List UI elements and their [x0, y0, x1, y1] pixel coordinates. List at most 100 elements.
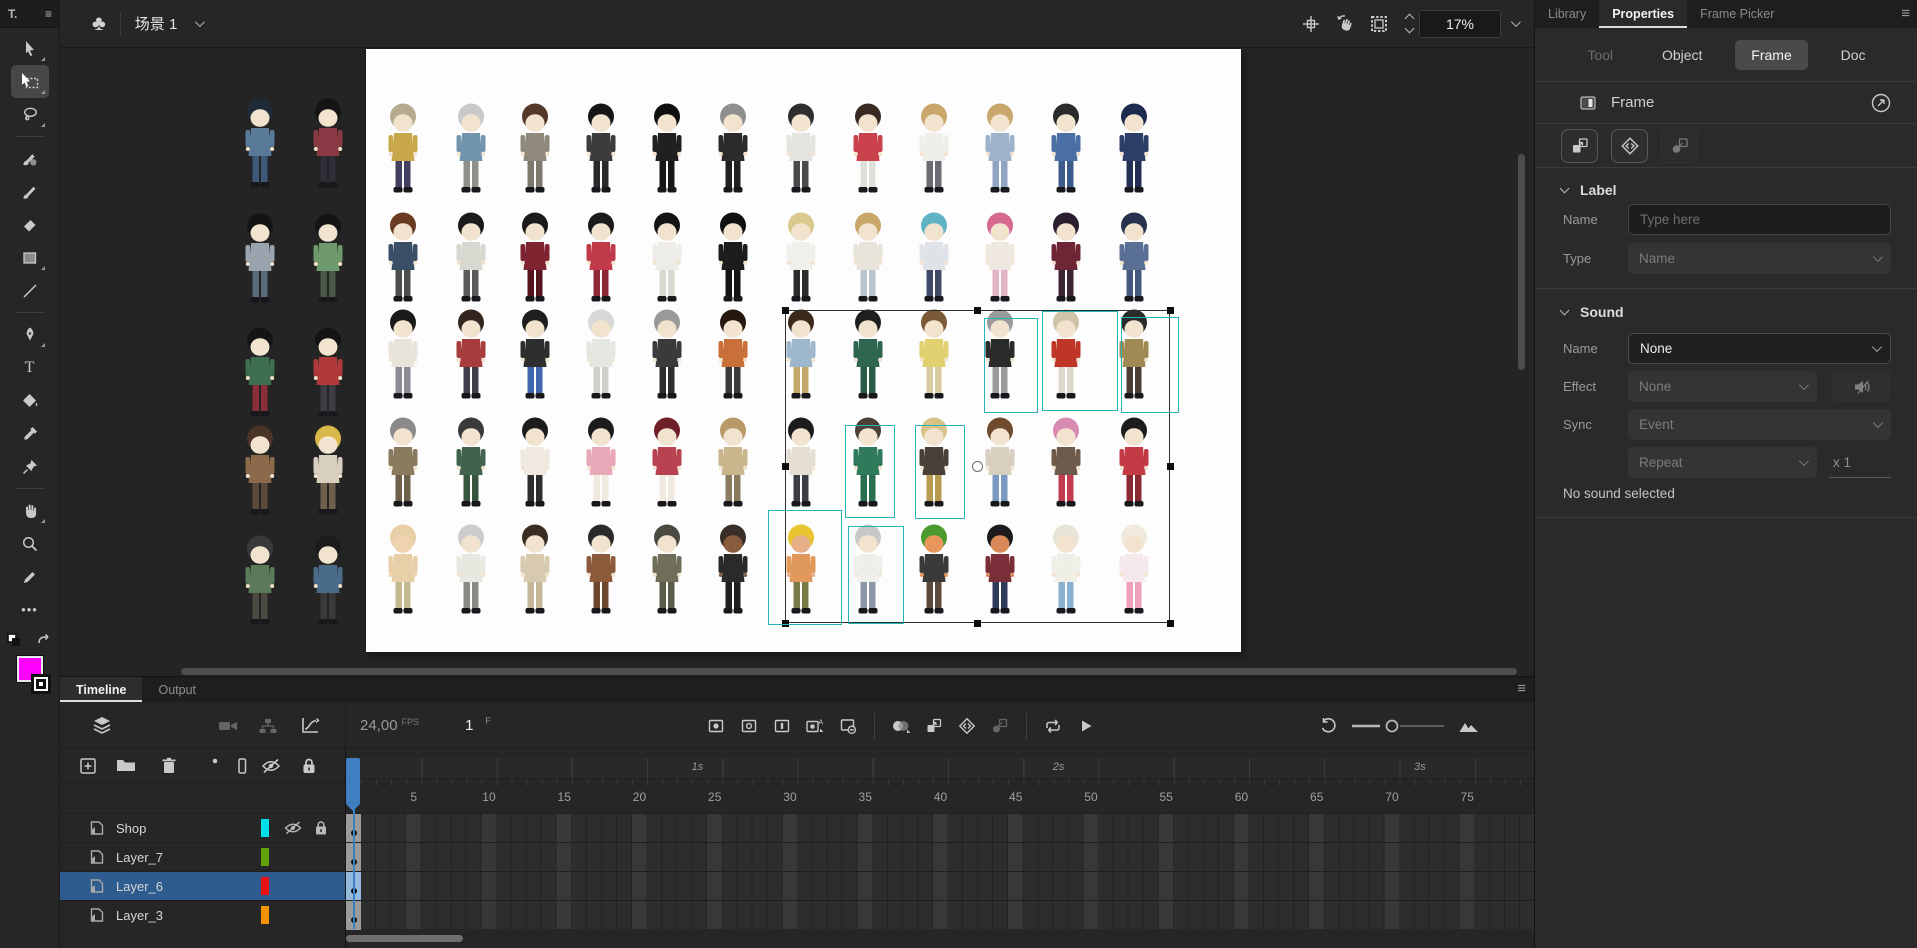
insert-keyframe-icon[interactable] — [705, 715, 727, 737]
frame-row-layer_3[interactable] — [346, 900, 1534, 929]
character-sprite[interactable] — [578, 101, 624, 197]
hide-all-icon[interactable] — [260, 756, 282, 776]
character-sprite[interactable] — [644, 307, 690, 403]
free-transform-tool[interactable] — [11, 65, 49, 98]
selected-object-highlight[interactable] — [915, 425, 965, 519]
onion-skin-icon[interactable] — [890, 715, 912, 737]
properties-menu-icon[interactable]: ≡ — [1901, 5, 1910, 22]
character-sprite[interactable] — [710, 210, 756, 306]
new-layer-icon[interactable] — [78, 756, 98, 776]
selection-tool[interactable] — [11, 32, 49, 65]
classic-brush-tool[interactable] — [11, 175, 49, 208]
swap-colors-icon[interactable] — [36, 632, 54, 648]
layer-visibility-cell[interactable] — [283, 820, 313, 836]
label-name-input[interactable] — [1640, 212, 1879, 227]
pasteboard-character-sprite[interactable] — [305, 423, 351, 519]
selected-object-highlight[interactable] — [984, 318, 1038, 413]
timeline-menu-icon[interactable]: ≡ — [1517, 680, 1526, 697]
subtab-doc[interactable]: Doc — [1825, 40, 1882, 70]
chevron-down-icon[interactable] — [1560, 184, 1570, 194]
eyedropper-tool[interactable] — [11, 417, 49, 450]
selected-object-highlight[interactable] — [768, 510, 842, 625]
subtab-object[interactable]: Object — [1646, 40, 1718, 70]
more-tool[interactable]: ••• — [11, 593, 49, 626]
frame-view-icon[interactable] — [1458, 718, 1480, 734]
tab-frame-picker[interactable]: Frame Picker — [1687, 0, 1787, 28]
pasteboard-character-sprite[interactable] — [237, 325, 283, 421]
blank-keyframe-icon[interactable] — [738, 715, 760, 737]
character-sprite[interactable] — [1111, 210, 1157, 306]
character-sprite[interactable] — [578, 415, 624, 511]
text-tool[interactable]: T — [11, 351, 49, 384]
selection-handle[interactable] — [974, 620, 981, 627]
hand-rotate-icon[interactable] — [1328, 7, 1362, 41]
sound-name-dropdown[interactable]: None — [1628, 333, 1891, 364]
layer-color-swatch[interactable] — [261, 906, 269, 924]
character-sprite[interactable] — [448, 307, 494, 403]
motion-tween-icon[interactable] — [923, 715, 945, 737]
label-name-field[interactable] — [1628, 204, 1891, 235]
loop-icon[interactable] — [1042, 715, 1064, 737]
sound-effect-dropdown[interactable]: None — [1628, 371, 1817, 402]
character-sprite[interactable] — [710, 522, 756, 618]
stroke-color-swatch[interactable] — [31, 674, 51, 694]
hierarchy-icon[interactable] — [256, 714, 280, 738]
selection-handle[interactable] — [782, 463, 789, 470]
sound-sync-dropdown[interactable]: Event — [1628, 409, 1891, 440]
pasteboard-character-sprite[interactable] — [237, 96, 283, 192]
timeline-horizontal-scrollbar[interactable] — [346, 935, 463, 942]
character-sprite[interactable] — [380, 307, 426, 403]
character-sprite[interactable] — [448, 210, 494, 306]
scene-name[interactable]: 场景 1 — [135, 13, 178, 34]
character-sprite[interactable] — [911, 101, 957, 197]
stage-horizontal-scrollbar[interactable] — [181, 668, 1517, 675]
outline-column-icon[interactable] — [235, 756, 249, 776]
layer-row-shop[interactable]: Shop — [60, 813, 345, 842]
character-sprite[interactable] — [710, 101, 756, 197]
current-frame-value[interactable]: 1 — [465, 717, 473, 734]
fluid-brush-tool[interactable] — [11, 142, 49, 175]
stage-vertical-scrollbar[interactable] — [1518, 154, 1525, 370]
selected-object-highlight[interactable] — [1042, 311, 1118, 411]
character-sprite[interactable] — [512, 415, 558, 511]
fps-display[interactable]: 24,00 FPS 1 F — [360, 702, 491, 749]
zoom-dropdown-icon[interactable] — [1511, 17, 1521, 27]
shape-tween-icon[interactable] — [956, 715, 978, 737]
character-sprite[interactable] — [845, 210, 891, 306]
zoom-tool[interactable] — [11, 527, 49, 560]
layer-row-layer_7[interactable]: Layer_7 — [60, 842, 345, 871]
center-stage-icon[interactable] — [1294, 7, 1328, 41]
character-sprite[interactable] — [1043, 210, 1089, 306]
play-icon[interactable] — [1075, 715, 1097, 737]
dot-icon[interactable] — [210, 756, 220, 766]
layer-row-layer_3[interactable]: Layer_3 — [60, 900, 345, 929]
character-sprite[interactable] — [512, 101, 558, 197]
selected-object-highlight[interactable] — [848, 526, 904, 624]
character-sprite[interactable] — [448, 522, 494, 618]
lock-all-icon[interactable] — [300, 756, 318, 776]
new-folder-icon[interactable] — [115, 756, 137, 774]
pasteboard-character-sprite[interactable] — [237, 533, 283, 629]
chevron-down-icon[interactable] — [1560, 306, 1570, 316]
camera-icon[interactable] — [216, 714, 240, 738]
character-sprite[interactable] — [710, 307, 756, 403]
auto-keyframe-icon[interactable]: A — [804, 715, 826, 737]
pasteboard-character-sprite[interactable] — [305, 533, 351, 629]
pasteboard-character-sprite[interactable] — [305, 211, 351, 307]
tab-properties[interactable]: Properties — [1599, 0, 1687, 28]
layer-color-swatch[interactable] — [261, 819, 269, 837]
layer-name[interactable]: Layer_6 — [116, 879, 261, 894]
frame-row-shop[interactable] — [346, 813, 1534, 842]
default-colors-icon[interactable] — [6, 632, 24, 648]
layer-name[interactable]: Layer_3 — [116, 908, 261, 923]
hamburger-icon[interactable]: ≡ — [45, 7, 52, 21]
keyframe-convert-icon[interactable] — [1561, 129, 1598, 163]
character-sprite[interactable] — [512, 210, 558, 306]
zoom-level-field[interactable]: 17% — [1419, 10, 1501, 38]
character-sprite[interactable] — [448, 415, 494, 511]
line-tool[interactable] — [11, 274, 49, 307]
zoom-step-down-icon[interactable] — [1405, 24, 1415, 34]
loop-count-field[interactable]: x 1 — [1829, 447, 1891, 478]
character-sprite[interactable] — [778, 210, 824, 306]
layer-row-layer_6[interactable]: Layer_6 — [60, 871, 345, 900]
